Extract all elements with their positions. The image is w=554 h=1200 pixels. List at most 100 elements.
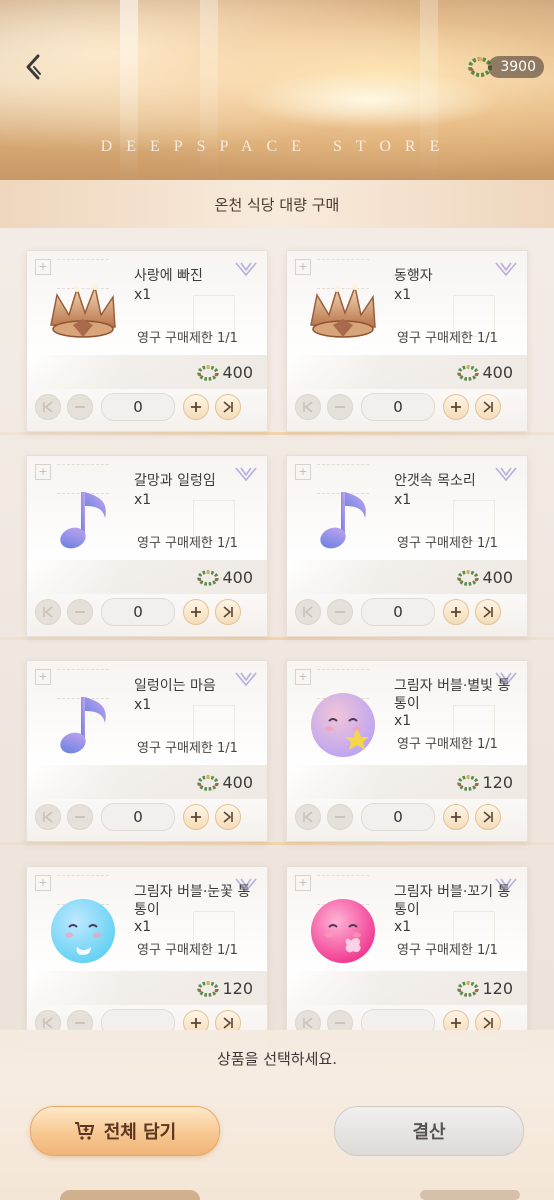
product-name: 그림자 버블·눈꽃 통통이: [134, 884, 251, 918]
product-price: 120: [456, 979, 513, 998]
price-value: 400: [222, 568, 253, 587]
crown-icon: [310, 284, 376, 338]
minus-icon: [75, 816, 85, 818]
plus-icon: +: [295, 669, 311, 685]
max-quantity-button[interactable]: [215, 599, 241, 625]
plus-icon: [451, 812, 461, 822]
product-card[interactable]: + 그림자 버블·꼬기 통통이 x1 영구 구매제한 1/1 120: [286, 866, 528, 1048]
product-price: 400: [196, 568, 253, 587]
quantity-value[interactable]: 0: [361, 393, 435, 421]
currency-display[interactable]: 3900: [466, 54, 544, 80]
shelf-divider: [0, 432, 554, 435]
product-card[interactable]: + 갈망과 일렁임 x1 영구 구매제한 1/1 400 0: [26, 455, 268, 637]
wreath-icon: [457, 364, 480, 381]
wreath-icon: [457, 980, 480, 997]
product-quantity: x1: [134, 492, 152, 508]
music-note-icon: [60, 492, 106, 549]
quantity-value[interactable]: 0: [361, 598, 435, 626]
checkout-button[interactable]: 결산: [334, 1106, 524, 1156]
min-quantity-button[interactable]: [35, 599, 61, 625]
product-card[interactable]: + 동행자 x1 영구 구매제한 1/1 400 0: [286, 250, 528, 432]
wreath-icon: [457, 569, 480, 586]
decrease-button[interactable]: [327, 394, 353, 420]
purchase-limit: 영구 구매제한 1/1: [137, 741, 238, 756]
store-banner: 3900 DEEPSPACE STORE: [0, 0, 554, 180]
price-value: 400: [482, 363, 513, 382]
quantity-value[interactable]: 0: [101, 393, 175, 421]
increase-button[interactable]: [183, 599, 209, 625]
skip-to-max-icon: [483, 811, 493, 823]
skip-to-min-icon: [303, 811, 313, 823]
quantity-value[interactable]: 0: [101, 598, 175, 626]
decrease-button[interactable]: [67, 804, 93, 830]
skip-to-max-icon: [223, 811, 233, 823]
product-card[interactable]: + 그림자 버블·눈꽃 통통이 x1 영구 구매제한 1/1 120: [26, 866, 268, 1048]
product-name: 그림자 버블·별빛 통통이: [394, 678, 511, 712]
back-button[interactable]: [22, 52, 48, 82]
plus-icon: [191, 1018, 201, 1028]
max-quantity-button[interactable]: [215, 394, 241, 420]
increase-button[interactable]: [443, 599, 469, 625]
min-quantity-button[interactable]: [295, 804, 321, 830]
product-thumbnail: [303, 480, 383, 560]
max-quantity-button[interactable]: [215, 804, 241, 830]
wreath-icon: [197, 774, 220, 791]
min-quantity-button[interactable]: [295, 599, 321, 625]
product-quantity: x1: [394, 287, 412, 303]
skip-to-max-icon: [483, 1017, 493, 1029]
plus-icon: +: [35, 464, 51, 480]
plus-icon: +: [295, 259, 311, 275]
max-quantity-button[interactable]: [475, 804, 501, 830]
decrease-button[interactable]: [327, 599, 353, 625]
product-thumbnail: [303, 891, 383, 971]
product-card[interactable]: + 일렁이는 마음 x1 영구 구매제한 1/1 400 0: [26, 660, 268, 842]
increase-button[interactable]: [443, 394, 469, 420]
increase-button[interactable]: [183, 394, 209, 420]
plus-icon: [191, 607, 201, 617]
product-price: 400: [196, 773, 253, 792]
minus-icon: [335, 816, 345, 818]
music-note-icon: [320, 492, 366, 549]
skip-to-min-icon: [303, 606, 313, 618]
skip-to-min-icon: [303, 401, 313, 413]
product-price: 400: [456, 568, 513, 587]
quantity-value[interactable]: 0: [101, 803, 175, 831]
plus-icon: [191, 402, 201, 412]
checkout-label: 결산: [412, 1122, 446, 1143]
max-quantity-button[interactable]: [475, 599, 501, 625]
add-all-button[interactable]: 전체 담기: [30, 1106, 220, 1156]
product-thumbnail: [43, 891, 123, 971]
product-quantity: x1: [394, 713, 412, 729]
min-quantity-button[interactable]: [295, 394, 321, 420]
skip-to-min-icon: [43, 1017, 53, 1029]
music-note-icon: [60, 697, 106, 754]
plus-icon: +: [35, 259, 51, 275]
plus-icon: [191, 812, 201, 822]
decrease-button[interactable]: [67, 394, 93, 420]
purchase-limit: 영구 구매제한 1/1: [397, 943, 498, 958]
skip-to-min-icon: [43, 606, 53, 618]
purchase-limit: 영구 구매제한 1/1: [137, 536, 238, 551]
product-card[interactable]: + 그림자 버블·별빛 통통이 x1 영구 구매제한 1/1 120 0: [286, 660, 528, 842]
product-card[interactable]: + 사랑에 빠진 x1 영구 구매제한 1/1 400 0: [26, 250, 268, 432]
quantity-stepper: 0: [295, 598, 519, 626]
decrease-button[interactable]: [67, 599, 93, 625]
skip-to-max-icon: [483, 401, 493, 413]
product-card[interactable]: + 안갯속 목소리 x1 영구 구매제한 1/1 400 0: [286, 455, 528, 637]
increase-button[interactable]: [443, 804, 469, 830]
product-thumbnail: [43, 480, 123, 560]
max-quantity-button[interactable]: [475, 394, 501, 420]
increase-button[interactable]: [183, 804, 209, 830]
decrease-button[interactable]: [327, 804, 353, 830]
min-quantity-button[interactable]: [35, 394, 61, 420]
plus-icon: +: [295, 875, 311, 891]
product-quantity: x1: [394, 919, 412, 935]
product-name: 동행자: [394, 268, 433, 284]
quantity-stepper: 0: [295, 803, 519, 831]
min-quantity-button[interactable]: [35, 804, 61, 830]
cart-plus-icon: [74, 1122, 95, 1140]
quantity-value[interactable]: 0: [361, 803, 435, 831]
purchase-limit: 영구 구매제한 1/1: [137, 943, 238, 958]
skip-to-max-icon: [223, 401, 233, 413]
wreath-icon: [197, 569, 220, 586]
